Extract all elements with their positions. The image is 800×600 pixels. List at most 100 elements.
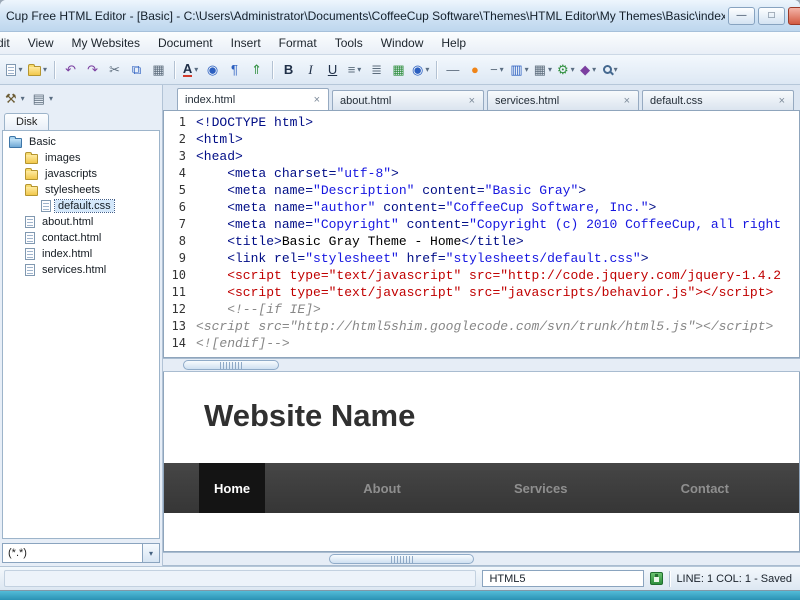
file-icon: [25, 216, 35, 228]
dropdown-arrow-icon[interactable]: ▾: [21, 94, 25, 103]
dropdown-arrow-icon[interactable]: ▾: [18, 65, 22, 74]
dropdown-arrow-icon[interactable]: ▾: [425, 65, 429, 74]
dropdown-arrow-icon[interactable]: ▾: [571, 65, 575, 74]
file-filter-dropdown-icon[interactable]: ▾: [143, 543, 160, 563]
preview-nav-home[interactable]: Home: [199, 463, 266, 513]
preview-horizontal-scrollbar[interactable]: [163, 552, 800, 566]
tab-about-html[interactable]: about.html ×: [332, 90, 484, 110]
menu-format[interactable]: Format: [270, 33, 326, 53]
gear-icon[interactable]: ⚙ ▾: [555, 58, 577, 81]
pilcrow-icon[interactable]: ¶: [224, 58, 245, 81]
close-tab-icon[interactable]: ×: [623, 95, 631, 107]
scrollbar-thumb[interactable]: [183, 360, 279, 370]
code-line: 13 <script src="http://html5shim.googleco…: [164, 318, 799, 335]
preview-nav-about[interactable]: About: [348, 463, 416, 513]
panels-icon[interactable]: ▤ ▾: [33, 92, 53, 105]
doctype-field[interactable]: HTML5: [482, 570, 645, 587]
tree-item-javascripts[interactable]: javascripts: [3, 166, 159, 182]
columns-icon[interactable]: ▥ ▾: [508, 58, 530, 81]
align-icon[interactable]: ≡ ▾: [344, 58, 365, 81]
menu-document[interactable]: Document: [149, 33, 222, 53]
dropdown-arrow-icon[interactable]: ▾: [43, 65, 47, 74]
tree-item-index-html[interactable]: index.html: [3, 246, 159, 262]
cut-icon[interactable]: ✂: [104, 58, 125, 81]
menu-tools[interactable]: Tools: [326, 33, 372, 53]
title-bar[interactable]: Cup Free HTML Editor - [Basic] - C:\User…: [0, 0, 800, 32]
list-glyph: ≣: [371, 62, 382, 77]
tab-services-html[interactable]: services.html ×: [487, 90, 639, 110]
menu-view[interactable]: View: [19, 33, 63, 53]
list-icon[interactable]: ≣: [366, 58, 387, 81]
menu-insert[interactable]: Insert: [222, 33, 270, 53]
insert-table-icon[interactable]: ▦ ▾: [532, 58, 554, 81]
globe-link-icon[interactable]: ◉ ▾: [410, 58, 431, 81]
tab-disk[interactable]: Disk: [4, 113, 50, 130]
tree-item-services-html[interactable]: services.html: [3, 262, 159, 278]
minimize-button[interactable]: —: [728, 6, 755, 25]
menu-my-websites[interactable]: My Websites: [62, 33, 148, 53]
dropdown-arrow-icon[interactable]: ▾: [500, 65, 504, 74]
theme-icon[interactable]: ◆ ▾: [578, 58, 599, 81]
tools-icon[interactable]: ⚒ ▾: [5, 92, 25, 105]
italic-icon[interactable]: I: [300, 58, 321, 81]
hr-icon[interactable]: —: [442, 58, 463, 81]
code-editor[interactable]: 1 <!DOCTYPE html> 2 <html> 3 <head> 4 <meta…: [163, 110, 800, 358]
paste-icon[interactable]: ▦: [148, 58, 169, 81]
dropdown-arrow-icon[interactable]: ▾: [525, 65, 529, 74]
undo-icon[interactable]: ↶: [60, 58, 81, 81]
dropdown-arrow-icon[interactable]: ▾: [357, 65, 361, 74]
menu-edit[interactable]: Edit: [0, 33, 19, 53]
tree-item-contact-html[interactable]: contact.html: [3, 230, 159, 246]
bullet-orange-icon[interactable]: ●: [464, 58, 485, 81]
close-tab-icon[interactable]: ×: [313, 94, 321, 106]
tree-item-basic[interactable]: Basic: [3, 134, 159, 150]
scrollbar-thumb[interactable]: [329, 554, 474, 564]
folder-icon: [25, 152, 38, 164]
maximize-button[interactable]: □: [758, 6, 785, 25]
tree-item-images[interactable]: images: [3, 150, 159, 166]
open-folder-icon[interactable]: ▾: [26, 58, 49, 81]
dropdown-arrow-icon[interactable]: ▾: [194, 65, 198, 74]
globe-icon[interactable]: ◉: [202, 58, 223, 81]
close-tab-icon[interactable]: ×: [468, 95, 476, 107]
table-green-icon[interactable]: ▦: [388, 58, 409, 81]
preview-nav-contact[interactable]: Contact: [666, 463, 744, 513]
preview-nav-services[interactable]: Services: [499, 463, 583, 513]
code-text: <head>: [196, 149, 243, 164]
paste-glyph: ▦: [152, 62, 165, 77]
dropdown-arrow-icon[interactable]: ▾: [592, 65, 596, 74]
tab-default-css[interactable]: default.css ×: [642, 90, 794, 110]
redo-icon[interactable]: ↷: [82, 58, 103, 81]
tree-item-about-html[interactable]: about.html: [3, 214, 159, 230]
dropdown-arrow-icon[interactable]: ▾: [49, 94, 53, 103]
zoom-out-icon[interactable]: − ▾: [486, 58, 507, 81]
line-number: 1: [178, 115, 186, 129]
dropdown-arrow-icon[interactable]: ▾: [614, 65, 618, 74]
toolbar-separator: [436, 60, 438, 79]
close-button[interactable]: [788, 6, 800, 25]
preview-pane[interactable]: Website Name Home About Services Contact: [163, 372, 800, 552]
font-color-icon[interactable]: A ▾: [180, 58, 201, 81]
menu-help[interactable]: Help: [432, 33, 475, 53]
code-horizontal-scrollbar[interactable]: [163, 358, 800, 372]
code-text: href=: [398, 251, 446, 266]
publish-icon[interactable]: ⇑: [246, 58, 267, 81]
underline-icon[interactable]: U: [322, 58, 343, 81]
tree-item-default-css[interactable]: default.css: [3, 198, 159, 214]
tree-item-stylesheets[interactable]: stylesheets: [3, 182, 159, 198]
file-filter-select[interactable]: (*.*): [2, 543, 143, 563]
tree-item-label: images: [45, 152, 81, 164]
copy-icon[interactable]: ⧉: [126, 58, 147, 81]
code-text: <link rel=: [196, 251, 306, 266]
zoom-icon[interactable]: ▾: [600, 58, 621, 81]
toolbar-separator: [174, 60, 176, 79]
file-tree[interactable]: Basic images javascripts stylesheets def…: [2, 130, 160, 539]
bullet-orange-glyph: ●: [470, 62, 479, 77]
menu-window[interactable]: Window: [372, 33, 433, 53]
new-document-icon[interactable]: ▾: [4, 58, 25, 81]
editor-column: index.html × about.html × services.html × d…: [163, 85, 800, 566]
dropdown-arrow-icon[interactable]: ▾: [548, 65, 552, 74]
close-tab-icon[interactable]: ×: [778, 95, 786, 107]
bold-icon[interactable]: B: [278, 58, 299, 81]
tab-index-html[interactable]: index.html ×: [177, 88, 329, 110]
